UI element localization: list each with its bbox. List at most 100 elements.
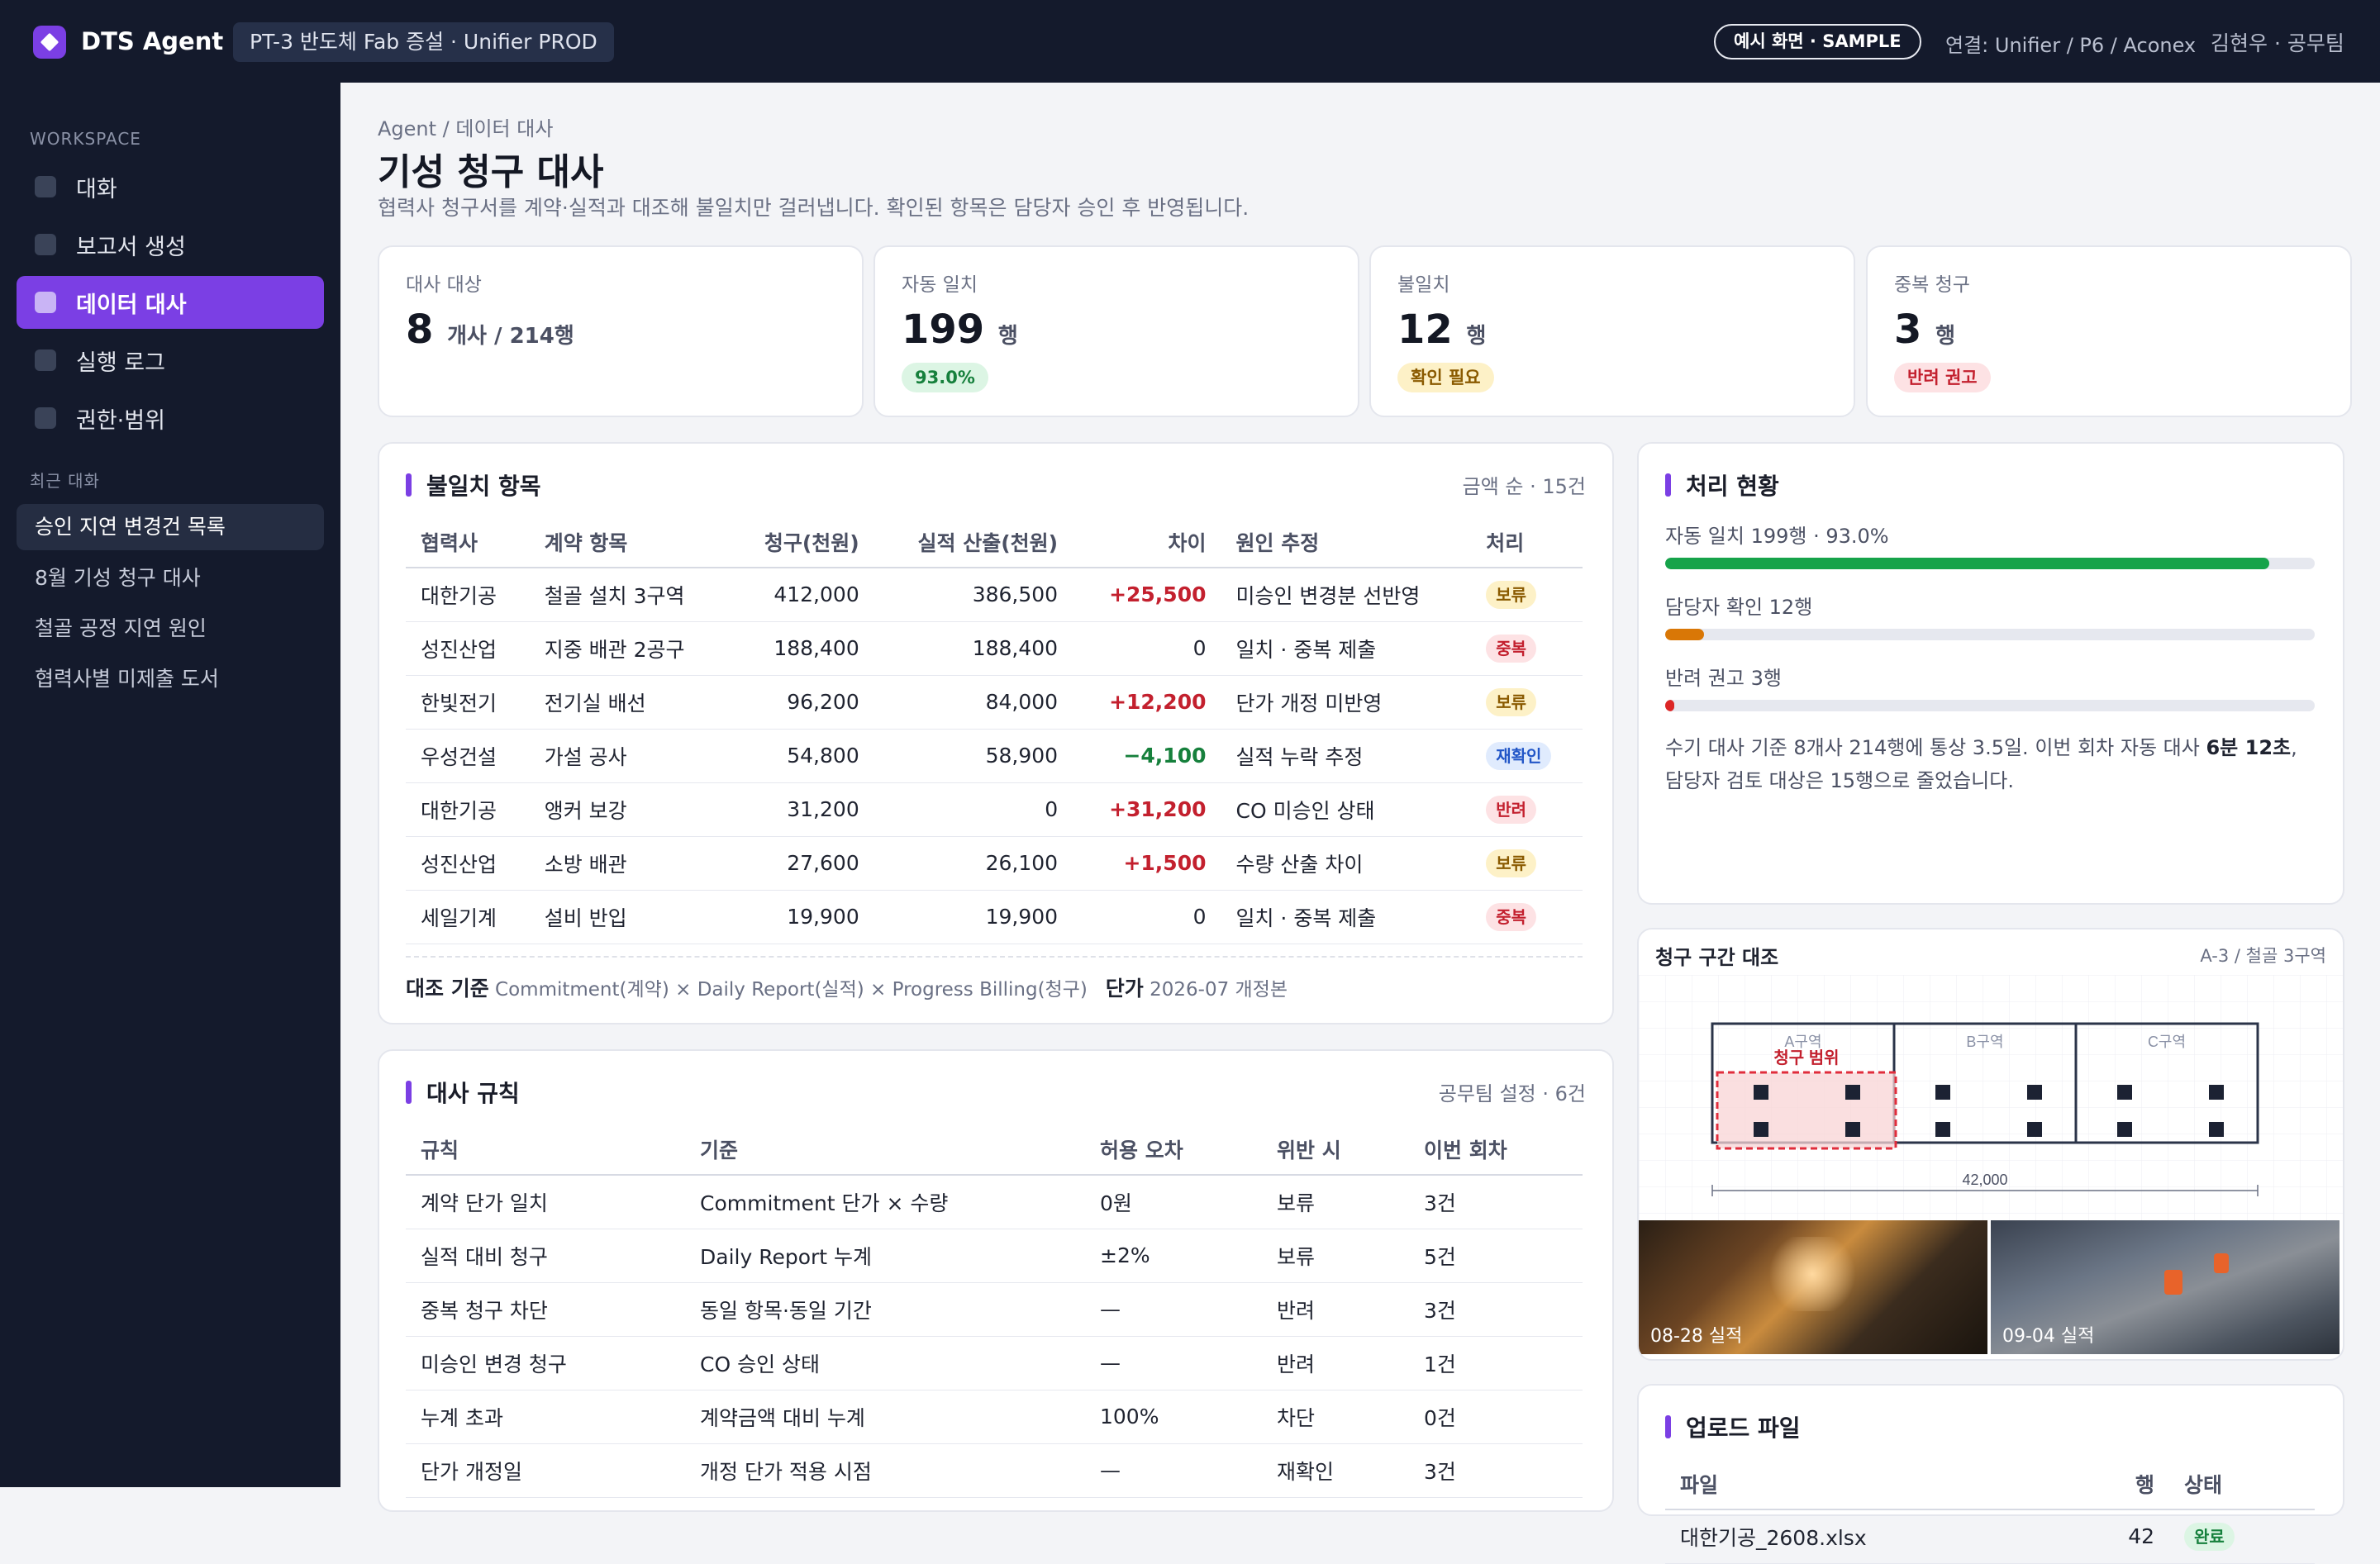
kpi-card-mismatch: 불일치 12 행 확인 필요: [1369, 245, 1855, 417]
table-row[interactable]: 누계 초과 계약금액 대비 누계 100% 차단 0건: [406, 1390, 1583, 1444]
column-header: 이번 회차: [1409, 1124, 1583, 1176]
breadcrumb[interactable]: Agent / 데이터 대사: [378, 112, 553, 141]
nav-item-reconciliation[interactable]: 데이터 대사: [17, 276, 324, 329]
page-title: 기성 청구 대사: [378, 151, 604, 193]
action-badge[interactable]: 보류: [1486, 687, 1537, 716]
recent-item[interactable]: 승인 지연 변경건 목록: [17, 504, 324, 550]
section-title: 처리 현황: [1665, 468, 1779, 502]
status-badge: 완료: [2184, 1522, 2235, 1551]
kpi-value: 199 행: [902, 307, 1018, 353]
claim-range-box: [1716, 1071, 1897, 1150]
column-header: 상태: [2169, 1458, 2315, 1510]
project-selector[interactable]: PT-3 반도체 Fab 증설 · Unifier PROD: [233, 22, 614, 62]
kpi-label: 불일치: [1397, 274, 1450, 296]
nav-item-label: 권한·범위: [76, 407, 165, 434]
nav-item-report[interactable]: 보고서 생성: [17, 218, 324, 271]
report-icon: [35, 234, 56, 255]
connection-status: 연결: Unifier / P6 / Aconex: [1945, 34, 2197, 57]
progress-fill: [1665, 558, 2269, 569]
drawing-title: 청구 구간 대조: [1655, 946, 1779, 969]
table-row[interactable]: 우성건설 가설 공사 54,800 58,900 −4,100 실적 누락 추정 재확…: [406, 729, 1583, 783]
site-photo-2[interactable]: 09-04 실적: [1991, 1220, 2340, 1354]
table-row[interactable]: 실적 대비 청구 Daily Report 누계 ±2% 보류 5건: [406, 1229, 1583, 1283]
progress-fill: [1665, 700, 1674, 711]
recent-item[interactable]: 8월 기성 청구 대사: [17, 555, 324, 601]
user-menu[interactable]: 김현우 · 공무팀: [2211, 27, 2344, 57]
table-row[interactable]: 세일기계 설비 반입 19,900 19,900 0 일치 · 중복 제출 중복: [406, 890, 1583, 944]
column-header: 허용 오차: [1085, 1124, 1262, 1176]
page-subtitle: 협력사 청구서를 계약·실적과 대조해 불일치만 걸러냅니다. 확인된 항목은 …: [378, 196, 1250, 220]
table-row[interactable]: 대한기공_2608.xlsx 42 완료: [1665, 1509, 2315, 1564]
table-row[interactable]: 대한기공 앵커 보강 31,200 0 +31,200 CO 미승인 상태 반려: [406, 782, 1583, 837]
section-title: 불일치 항목: [406, 468, 541, 502]
recent-item[interactable]: 협력사별 미제출 도서: [17, 656, 324, 702]
sort-indicator[interactable]: 금액 순 · 15건: [1463, 470, 1586, 499]
recent-item[interactable]: 철골 공정 지연 원인: [17, 606, 324, 652]
recent-label: 최근 대화: [30, 471, 100, 491]
zone-b-label: B구역: [1966, 1034, 2003, 1050]
table-row[interactable]: 한빛전기 전기실 배선 96,200 84,000 +12,200 단가 개정 미반영…: [406, 675, 1583, 730]
site-photo-1[interactable]: 08-28 실적: [1639, 1220, 1987, 1354]
mismatch-table: 협력사 계약 항목 청구(천원) 실적 산출(천원) 차이 원인 추정 처리 대…: [406, 516, 1583, 944]
column-header[interactable]: 처리: [1471, 516, 1583, 568]
table-row[interactable]: 미승인 변경 청구 CO 승인 상태 — 반려 1건: [406, 1336, 1583, 1390]
column-header: 행: [2098, 1458, 2169, 1510]
zone-drawing[interactable]: A구역 B구역 C구역 청구 범위 42,000: [1639, 975, 2343, 1220]
column-header[interactable]: 계약 항목: [529, 516, 729, 568]
action-badge[interactable]: 중복: [1486, 902, 1537, 931]
progress-label: 자동 일치 199행 · 93.0%: [1665, 525, 1889, 548]
column-header[interactable]: 청구(천원): [728, 516, 874, 568]
column-header[interactable]: 실적 산출(천원): [873, 516, 1073, 568]
column-header[interactable]: 차이: [1073, 516, 1221, 568]
zone-a-label: A구역: [1784, 1034, 1821, 1050]
column-header[interactable]: 원인 추정: [1221, 516, 1472, 568]
progress-track: [1665, 629, 2315, 640]
section-title: 대사 규칙: [406, 1076, 520, 1109]
sidebar: WORKSPACE 대화 보고서 생성 데이터 대사 실행 로그 권한·범위 최…: [0, 83, 340, 1487]
action-badge[interactable]: 중복: [1486, 634, 1537, 663]
column-header: 규칙: [406, 1124, 685, 1176]
kpi-card-duplicate: 중복 청구 3 행 반려 권고: [1866, 245, 2352, 417]
claim-range-label: 청구 범위: [1773, 1048, 1839, 1067]
nav-item-chat[interactable]: 대화: [17, 160, 324, 213]
kpi-label: 중복 청구: [1894, 274, 1970, 296]
action-badge[interactable]: 반려: [1486, 795, 1537, 824]
reconciliation-basis: 대조 기준 Commitment(계약) × Daily Report(실적) …: [406, 956, 1583, 1002]
kpi-value: 12 행: [1397, 307, 1487, 353]
progress-fill: [1665, 629, 1705, 640]
table-row[interactable]: 대한기공 철골 설치 3구역 412,000 386,500 +25,500 미승인 …: [406, 568, 1583, 622]
table-row[interactable]: 성진산업 지중 배관 2공구 188,400 188,400 0 일치 · 중복 제출…: [406, 621, 1583, 676]
table-row[interactable]: 계약 단가 일치 Commitment 단가 × 수량 0원 보류 3건: [406, 1175, 1583, 1229]
app-logo-icon: [33, 26, 66, 59]
uploads-panel: 업로드 파일 파일 행 상태 대한기공_2608.xlsx 42 완료: [1637, 1384, 2344, 1564]
drawing-location: A-3 / 철골 3구역: [2200, 946, 2326, 966]
action-badge[interactable]: 보류: [1486, 849, 1537, 877]
kpi-card-auto-match: 자동 일치 199 행 93.0%: [873, 245, 1359, 417]
progress-label: 담당자 확인 12행: [1665, 596, 1813, 619]
column-header: 파일: [1665, 1458, 2098, 1510]
top-bar: DTS Agent PT-3 반도체 Fab 증설 · Unifier PROD…: [0, 0, 2380, 83]
nav-item-label: 데이터 대사: [76, 292, 187, 318]
dimension-label: 42,000: [1962, 1172, 2007, 1188]
status-panel: 처리 현황 자동 일치 199행 · 93.0% 담당자 확인 12행 반려 권…: [1637, 442, 2344, 905]
nav-item-run-log[interactable]: 실행 로그: [17, 334, 324, 387]
table-row[interactable]: 성진산업 소방 배관 27,600 26,100 +1,500 수량 산출 차이 보류: [406, 836, 1583, 891]
kpi-label: 자동 일치: [902, 274, 978, 296]
action-badge[interactable]: 재확인: [1486, 741, 1552, 770]
action-badge[interactable]: 보류: [1486, 580, 1537, 609]
nav-item-label: 보고서 생성: [76, 234, 186, 260]
nav-item-permissions[interactable]: 권한·범위: [17, 392, 324, 444]
mismatch-panel: 불일치 항목 금액 순 · 15건 협력사 계약 항목 청구(천원) 실적 산출…: [378, 442, 1614, 1024]
kpi-card-targets: 대사 대상 8 개사 / 214행: [378, 245, 864, 417]
column-header[interactable]: 협력사: [406, 516, 530, 568]
progress-track: [1665, 700, 2315, 711]
sample-badge: 예시 화면 · SAMPLE: [1714, 24, 1921, 59]
kpi-value: 8 개사 / 214행: [406, 307, 574, 353]
uploads-table: 파일 행 상태 대한기공_2608.xlsx 42 완료: [1665, 1458, 2315, 1564]
progress-track: [1665, 558, 2315, 569]
table-row[interactable]: 중복 청구 차단 동일 항목·동일 기간 — 반려 3건: [406, 1282, 1583, 1337]
table-row[interactable]: 단가 개정일 개정 단가 적용 시점 — 재확인 3건: [406, 1443, 1583, 1498]
section-title: 업로드 파일: [1665, 1410, 1801, 1443]
zone-c-label: C구역: [2148, 1034, 2186, 1050]
permissions-icon: [35, 407, 56, 429]
